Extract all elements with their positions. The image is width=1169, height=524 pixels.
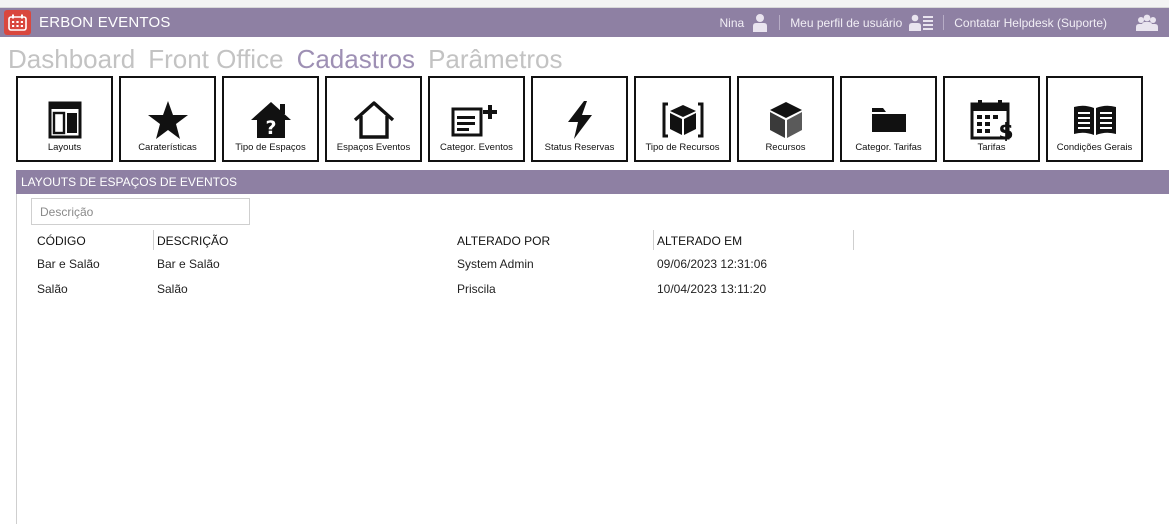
tile-categor-tarifas[interactable]: Categor. Tarifas	[840, 76, 937, 162]
user-name[interactable]: Nina	[720, 16, 745, 30]
tile-tipo-de-espacos[interactable]: ? Tipo de Espaços	[222, 76, 319, 162]
house-outline-icon	[327, 100, 420, 140]
calendar-dollar-icon: $	[945, 100, 1038, 141]
tile-label: Caraterísticas	[138, 142, 197, 153]
helpdesk-link[interactable]: Contatar Helpdesk (Suporte)	[954, 16, 1107, 30]
window-top-strip	[0, 0, 1169, 8]
table-header: CÓDIGO DESCRIÇÃO ALTERADO POR ALTERADO E…	[31, 230, 854, 252]
table-row[interactable]: Bar e Salão Bar e Salão System Admin 09/…	[31, 252, 854, 277]
column-header-alterado-em[interactable]: ALTERADO EM	[653, 230, 853, 250]
search-input[interactable]	[31, 198, 250, 225]
tile-label: Status Reservas	[544, 142, 615, 153]
tile-label: Layouts	[47, 142, 82, 153]
column-header-descricao[interactable]: DESCRIÇÃO	[153, 230, 453, 250]
cell-alterado-por: Priscila	[457, 282, 496, 296]
user-icon[interactable]	[751, 13, 769, 33]
column-header-alterado-por[interactable]: ALTERADO POR	[454, 230, 652, 250]
tile-tipo-de-recursos[interactable]: Tipo de Recursos	[634, 76, 731, 162]
cell-alterado-em: 10/04/2023 13:11:20	[657, 282, 767, 296]
top-bar: ERBON EVENTOS Nina Meu perfil de usuário…	[0, 8, 1169, 37]
module-tiles: Layouts Caraterísticas ? Tipo de Espaços…	[16, 76, 1149, 162]
nav-cadastros[interactable]: Cadastros	[297, 42, 416, 76]
calendar-app-icon[interactable]	[4, 10, 31, 35]
tile-recursos[interactable]: Recursos	[737, 76, 834, 162]
tile-label: Tipo de Recursos	[645, 142, 720, 153]
table-row[interactable]: Salão Salão Priscila 10/04/2023 13:11:20	[31, 277, 854, 302]
cell-descricao: Bar e Salão	[157, 257, 220, 271]
tile-label: Espaços Eventos	[336, 142, 411, 153]
app-title: ERBON EVENTOS	[39, 14, 171, 31]
data-table: CÓDIGO DESCRIÇÃO ALTERADO POR ALTERADO E…	[31, 230, 854, 302]
list-plus-icon	[430, 100, 523, 140]
separator	[943, 15, 945, 30]
cell-descricao: Salão	[157, 282, 188, 296]
nav-dashboard[interactable]: Dashboard	[8, 42, 135, 76]
star-icon	[121, 100, 214, 140]
separator	[779, 15, 781, 30]
svg-text:$: $	[998, 120, 1013, 141]
tile-label: Tarifas	[977, 142, 1006, 153]
book-icon	[1048, 100, 1141, 140]
tile-condicoes-gerais[interactable]: Condições Gerais	[1046, 76, 1143, 162]
tile-label: Categor. Eventos	[440, 142, 513, 153]
cell-alterado-em: 09/06/2023 12:31:06	[657, 257, 768, 271]
nav-front-office[interactable]: Front Office	[148, 42, 283, 76]
profile-link[interactable]: Meu perfil de usuário	[790, 16, 902, 30]
cube-icon	[739, 100, 832, 140]
column-header-codigo[interactable]: CÓDIGO	[34, 230, 152, 250]
tile-categor-eventos[interactable]: Categor. Eventos	[428, 76, 525, 162]
group-users-icon[interactable]	[1135, 14, 1159, 32]
tile-tarifas[interactable]: $ Tarifas	[943, 76, 1040, 162]
main-nav: Dashboard Front Office Cadastros Parâmet…	[8, 42, 575, 76]
house-question-icon: ?	[224, 100, 317, 140]
column-divider	[853, 230, 854, 250]
layout-icon	[18, 100, 111, 140]
section-title: LAYOUTS DE ESPAÇOS DE EVENTOS	[16, 170, 1169, 194]
folder-icon	[842, 100, 935, 140]
tile-label: Recursos	[765, 142, 806, 153]
cell-codigo: Bar e Salão	[37, 257, 100, 271]
bolt-icon	[533, 100, 626, 140]
tile-layouts[interactable]: Layouts	[16, 76, 113, 162]
svg-text:?: ?	[265, 117, 276, 139]
cube-brackets-icon	[636, 100, 729, 140]
tile-label: Condições Gerais	[1056, 142, 1133, 153]
nav-parametros[interactable]: Parâmetros	[428, 42, 562, 76]
tile-status-reservas[interactable]: Status Reservas	[531, 76, 628, 162]
cell-alterado-por: System Admin	[457, 257, 534, 271]
top-right-menu: Nina Meu perfil de usuário Contatar Help…	[720, 8, 1160, 37]
tile-label: Categor. Tarifas	[855, 142, 922, 153]
tile-label: Tipo de Espaços	[235, 142, 306, 153]
tile-caracteristicas[interactable]: Caraterísticas	[119, 76, 216, 162]
tile-espacos-eventos[interactable]: Espaços Eventos	[325, 76, 422, 162]
panel-border	[16, 194, 17, 524]
user-profile-icon[interactable]	[909, 14, 934, 32]
cell-codigo: Salão	[37, 282, 68, 296]
